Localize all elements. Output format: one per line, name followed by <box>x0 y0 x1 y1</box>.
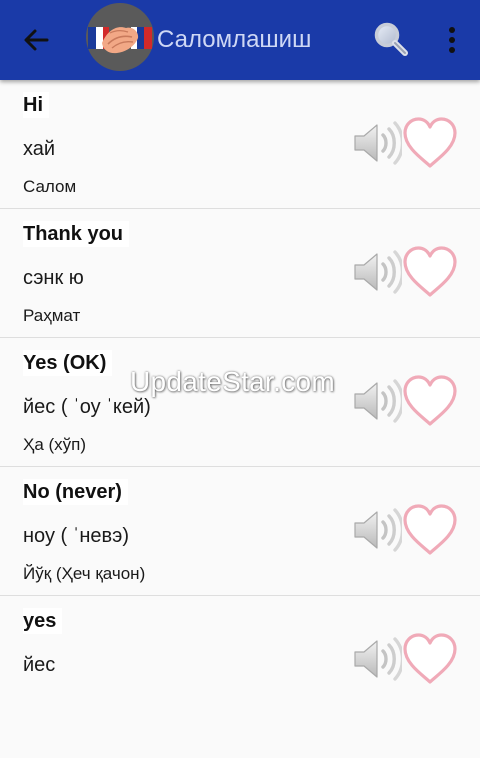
more-vertical-icon <box>449 27 455 53</box>
phrase-english: Yes (OK) <box>23 350 113 376</box>
phrase-english: Hi <box>23 92 49 118</box>
watermark: UpdateStar.com <box>130 366 335 397</box>
phrase-transcription: сэнк ю <box>23 267 84 289</box>
phrase-transcription: ноу ( ˈневэ) <box>23 525 130 547</box>
phrase-transcription: хай <box>23 138 56 160</box>
phrase-translation: Раҳмат <box>23 306 81 325</box>
heart-outline-icon[interactable] <box>401 374 459 428</box>
phrase-translation: Йўқ (Ҳеч қачон) <box>23 564 146 583</box>
speaker-icon[interactable] <box>352 120 405 166</box>
back-button[interactable] <box>14 18 58 62</box>
phrase-row[interactable]: Hi хай Салом <box>0 80 480 209</box>
handshake-flags-icon <box>86 3 154 71</box>
app-bar: Саломлашиш <box>0 0 480 80</box>
heart-outline-icon[interactable] <box>401 503 459 557</box>
heart-outline-icon[interactable] <box>401 245 459 299</box>
phrase-english: Thank you <box>23 221 130 247</box>
search-button[interactable] <box>368 16 414 62</box>
arrow-left-icon <box>24 29 49 51</box>
phrase-row[interactable]: Yes (OK) йес ( ˈоу ˈкей) Ҳа (хўп) <box>0 338 480 467</box>
phrase-english: yes <box>23 608 63 634</box>
phrase-row[interactable]: No (never) ноу ( ˈневэ) Йўқ (Ҳеч қачон) <box>0 467 480 596</box>
phrase-transcription: йес <box>23 654 56 676</box>
page-title: Саломлашиш <box>157 26 312 53</box>
phrase-row[interactable]: yes йес <box>0 596 480 724</box>
speaker-icon[interactable] <box>352 507 405 553</box>
heart-outline-icon[interactable] <box>401 632 459 686</box>
speaker-icon[interactable] <box>352 249 405 295</box>
speaker-icon[interactable] <box>352 636 405 682</box>
speaker-icon[interactable] <box>352 378 405 424</box>
phrase-row[interactable]: Thank you сэнк ю Раҳмат <box>0 209 480 338</box>
heart-outline-icon[interactable] <box>401 116 459 170</box>
phrase-list: Hi хай Салом Thank you сэнк ю Раҳмат Yes… <box>0 80 480 724</box>
phrase-translation: Салом <box>23 177 77 196</box>
search-icon <box>374 22 408 56</box>
overflow-menu-button[interactable] <box>436 18 468 62</box>
phrase-translation: Ҳа (хўп) <box>23 435 87 454</box>
phrase-english: No (never) <box>23 479 128 505</box>
